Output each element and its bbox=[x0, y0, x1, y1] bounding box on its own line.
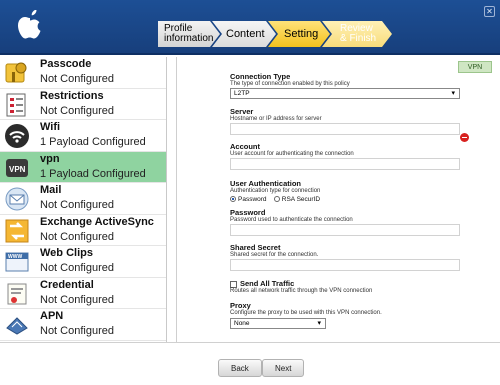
send-all-traffic-label: Send All Traffic bbox=[240, 279, 295, 288]
web-clips-icon: WWW bbox=[5, 252, 29, 272]
sidebar-item-status: Not Configured bbox=[40, 199, 114, 211]
step-content[interactable]: Content bbox=[212, 21, 276, 47]
sidebar-item-exchange-activesync[interactable]: Exchange ActiveSync Not Configured bbox=[0, 215, 166, 246]
apn-icon bbox=[6, 317, 28, 335]
password-title: Password bbox=[230, 208, 266, 217]
shared-secret-title: Shared Secret bbox=[230, 243, 281, 252]
sidebar-item-vpn[interactable]: VPN vpn 1 Payload Configured bbox=[0, 151, 166, 183]
sidebar-item-label: Restrictions bbox=[40, 89, 104, 102]
exchange-icon bbox=[5, 219, 29, 242]
step-label: Setting bbox=[284, 28, 319, 40]
send-all-traffic-desc: Routes all network traffic through the V… bbox=[230, 288, 373, 294]
step-profile-information[interactable]: Profile information bbox=[158, 21, 220, 47]
step-label: Review & Finish bbox=[340, 23, 377, 44]
sidebar-item-status: Not Configured bbox=[40, 230, 114, 243]
next-button[interactable]: Next bbox=[262, 359, 305, 377]
sidebar-item-label: Passcode bbox=[40, 58, 92, 70]
step-setting[interactable]: Setting bbox=[268, 21, 330, 47]
rsa-securid-radio[interactable] bbox=[273, 196, 280, 203]
sidebar-item-passcode[interactable]: Passcode Not Configured bbox=[0, 57, 166, 89]
sidebar-item-status: Not Configured bbox=[40, 262, 114, 274]
sidebar-item-status: 1 Payload Configured bbox=[40, 167, 146, 180]
proxy-title: Proxy bbox=[230, 301, 251, 310]
back-button[interactable]: Back bbox=[218, 359, 262, 377]
password-radio[interactable] bbox=[230, 196, 236, 203]
account-desc: User account for authenticating the conn… bbox=[230, 151, 354, 157]
sidebar-item-label: Mail bbox=[40, 184, 62, 196]
svg-text:VPN: VPN bbox=[9, 165, 26, 174]
shared-secret-desc: Shared secret for the connection. bbox=[230, 252, 319, 258]
password-desc: Password used to authenticate the connec… bbox=[230, 217, 353, 223]
sidebar-item-status: Not Configured bbox=[40, 325, 114, 337]
sidebar-item-credential[interactable]: Credential Not Configured bbox=[0, 278, 166, 309]
sidebar-item-label: Web Clips bbox=[40, 247, 93, 259]
sidebar-item-label: Exchange ActiveSync bbox=[40, 215, 154, 228]
sidebar-item-mail[interactable]: Mail Not Configured bbox=[0, 183, 166, 215]
vpn-settings-panel: VPN Connection Type The type of connecti… bbox=[176, 57, 500, 342]
rsa-radio-label: RSA SecurID bbox=[281, 196, 321, 203]
sidebar-item-status: Not Configured bbox=[40, 73, 114, 85]
sidebar-item-apn[interactable]: APN Not Configured bbox=[0, 309, 166, 341]
sidebar-item-wifi[interactable]: Wifi 1 Payload Configured bbox=[0, 120, 166, 152]
connection-type-desc: The type of connection enabled by this p… bbox=[230, 81, 350, 87]
passcode-icon bbox=[5, 62, 27, 83]
vpn-form: Connection Type The type of connection e… bbox=[230, 72, 470, 329]
close-icon[interactable]: ✕ bbox=[484, 6, 495, 17]
proxy-desc: Configure the proxy to be used with this… bbox=[230, 310, 382, 316]
wizard-steps: Profile information Content Setting Revi… bbox=[158, 21, 384, 47]
send-all-traffic-checkbox[interactable] bbox=[230, 280, 237, 288]
connection-type-select[interactable]: L2TP bbox=[230, 88, 460, 99]
sidebar-item-restrictions[interactable]: Restrictions Not Configured bbox=[0, 89, 166, 120]
auth-type-options: Password RSA SecurID bbox=[230, 196, 470, 203]
mail-icon bbox=[5, 187, 29, 211]
sidebar-item-label: Wifi bbox=[40, 121, 61, 133]
step-review-finish[interactable]: Review & Finish bbox=[322, 21, 392, 47]
user-auth-title: User Authentication bbox=[230, 179, 301, 188]
vpn-icon: VPN bbox=[6, 158, 28, 177]
password-radio-label: Password bbox=[238, 196, 267, 203]
user-auth-desc: Authentication type for connection bbox=[230, 188, 321, 194]
sidebar-item-label: Credential bbox=[40, 278, 94, 291]
server-desc: Hostname or IP address for server bbox=[230, 116, 322, 122]
header-bar: Profile information Content Setting Revi… bbox=[0, 0, 500, 55]
apple-logo-icon bbox=[18, 10, 41, 39]
sidebar-item-status: Not Configured bbox=[40, 104, 114, 117]
sidebar-item-status: 1 Payload Configured bbox=[40, 136, 146, 148]
server-input[interactable] bbox=[230, 123, 460, 135]
sidebar-item-status: Not Configured bbox=[40, 293, 114, 306]
shared-secret-input[interactable] bbox=[230, 259, 460, 271]
restrictions-icon bbox=[6, 93, 26, 116]
step-label: Profile information bbox=[164, 23, 214, 44]
payload-sidebar: Passcode Not Configured Restrictions Not… bbox=[0, 57, 167, 342]
password-input[interactable] bbox=[230, 224, 460, 236]
remove-server-icon[interactable] bbox=[460, 133, 469, 142]
send-all-traffic-row: Send All Traffic bbox=[230, 279, 470, 288]
server-title: Server bbox=[230, 107, 254, 116]
credential-icon bbox=[7, 283, 27, 304]
sidebar-item-label: APN bbox=[40, 310, 64, 322]
sidebar-item-label: vpn bbox=[40, 152, 60, 165]
account-input[interactable] bbox=[230, 158, 460, 170]
svg-text:WWW: WWW bbox=[8, 254, 22, 260]
proxy-select[interactable]: None bbox=[230, 318, 326, 329]
connection-type-title: Connection Type bbox=[230, 72, 291, 81]
wifi-icon bbox=[5, 124, 29, 148]
step-label: Content bbox=[226, 28, 265, 40]
account-title: Account bbox=[230, 142, 260, 151]
sidebar-item-web-clips[interactable]: WWW Web Clips Not Configured bbox=[0, 246, 166, 278]
